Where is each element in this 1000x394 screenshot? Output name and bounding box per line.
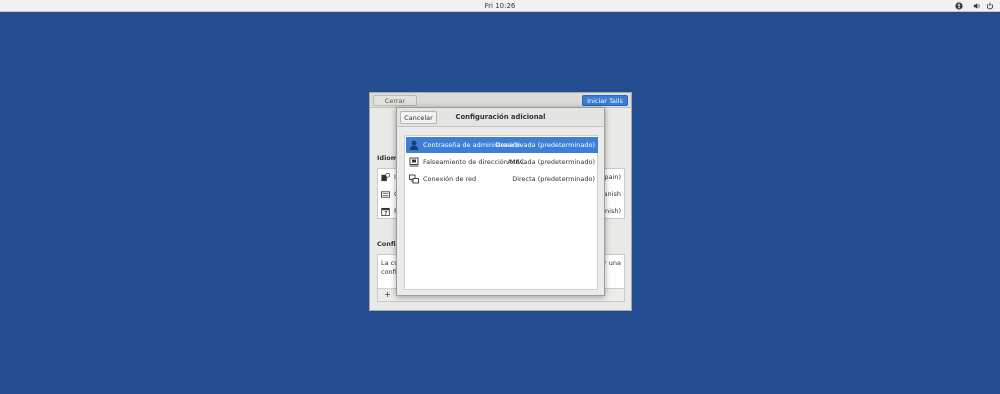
greeter-header: Cerrar Iniciar Tails: [370, 93, 631, 108]
additional-text-right: ir una: [602, 259, 621, 267]
calendar-icon: [381, 207, 390, 216]
formats-value: nish): [605, 207, 621, 215]
network-connection-icon: [409, 174, 419, 184]
network-connection-option[interactable]: Conexión de red Directa (predeterminado): [406, 171, 598, 187]
keyboard-icon: [381, 191, 390, 198]
mac-spoofing-option[interactable]: Falseamiento de dirección MAC Activada (…: [406, 154, 598, 170]
network-connection-value: Directa (predeterminado): [512, 175, 595, 183]
keyboard-value: anish: [603, 190, 621, 198]
mac-spoofing-value: Activada (predeterminado): [507, 158, 595, 166]
start-tails-button[interactable]: Iniciar Tails: [582, 95, 628, 106]
network-connection-label: Conexión de red: [423, 175, 477, 183]
power-icon[interactable]: [986, 2, 994, 10]
close-button[interactable]: Cerrar: [373, 95, 417, 106]
additional-settings-list: Contraseña de administración Desactivada…: [404, 135, 598, 290]
clock[interactable]: Fri 10:26: [0, 0, 1000, 12]
admin-password-value: Desactivada (predeterminado): [495, 141, 595, 149]
network-card-icon: [409, 157, 419, 167]
additional-settings-dialog: Configuración adicional Cancelar Contras…: [396, 107, 605, 296]
add-setting-button[interactable]: +: [381, 289, 394, 301]
user-icon: [409, 140, 419, 150]
accessibility-icon[interactable]: [955, 2, 963, 10]
admin-password-option[interactable]: Contraseña de administración Desactivada…: [406, 137, 598, 153]
dialog-header: Configuración adicional Cancelar: [397, 108, 604, 127]
top-bar: Fri 10:26: [0, 0, 1000, 12]
language-icon: [381, 173, 390, 182]
cancel-button[interactable]: Cancelar: [400, 111, 437, 124]
language-value: pain): [604, 173, 621, 181]
volume-icon[interactable]: [973, 2, 981, 10]
